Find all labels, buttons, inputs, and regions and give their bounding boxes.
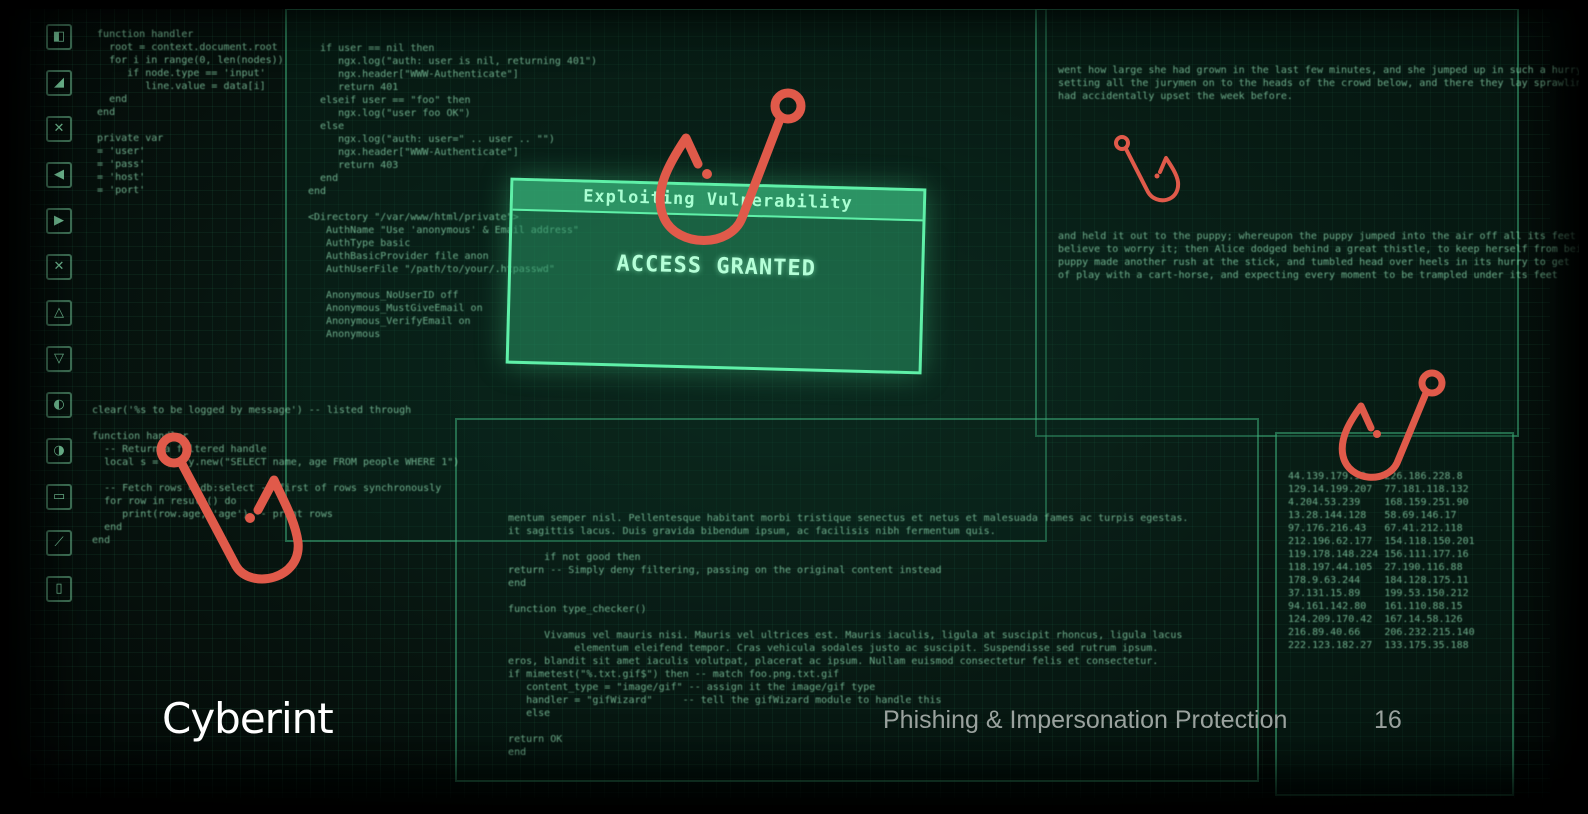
code-block: function handler root = context.document… xyxy=(97,29,284,196)
tool-icon: ✕ xyxy=(46,254,72,280)
access-granted-message: ACCESS GRANTED xyxy=(616,251,817,282)
tool-icon: ▯ xyxy=(46,576,72,602)
tool-icon: ◑ xyxy=(46,438,72,464)
tool-icon: ▽ xyxy=(46,346,72,372)
tool-icon: △ xyxy=(46,300,72,326)
fishing-hook-icon xyxy=(1114,135,1181,203)
fishing-hook-icon xyxy=(156,432,303,584)
tool-icon: ◐ xyxy=(46,392,72,418)
code-block: 44.139.179.93 226.186.228.8 129.14.199.2… xyxy=(1288,471,1475,651)
tool-icon: ◧ xyxy=(46,24,72,50)
cyberint-logo: Cyberint xyxy=(162,694,334,743)
slide: ◧ ◢ ✕ ◀ ▶ ✕ △ ▽ ◐ ◑ ▭ ⟋ ▯ function handl… xyxy=(0,0,1588,814)
page-number: 16 xyxy=(1374,706,1402,734)
tool-icon: ▶ xyxy=(46,208,72,234)
fishing-hook-icon xyxy=(1338,369,1446,481)
code-block: and held it out to the puppy; whereupon … xyxy=(1058,231,1588,281)
tool-icon: ⟋ xyxy=(46,530,72,556)
tool-icon: ◢ xyxy=(46,70,72,96)
screen-toolbar: ◧ ◢ ✕ ◀ ▶ ✕ △ ▽ ◐ ◑ ▭ ⟋ ▯ xyxy=(44,18,74,718)
tool-icon: ◀ xyxy=(46,162,72,188)
footer-title: Phishing & Impersonation Protection xyxy=(883,706,1288,734)
tool-icon: ✕ xyxy=(46,116,72,142)
fishing-hook-icon xyxy=(655,88,806,245)
tool-icon: ▭ xyxy=(46,484,72,510)
code-block: went how large she had grown in the last… xyxy=(1058,65,1588,102)
